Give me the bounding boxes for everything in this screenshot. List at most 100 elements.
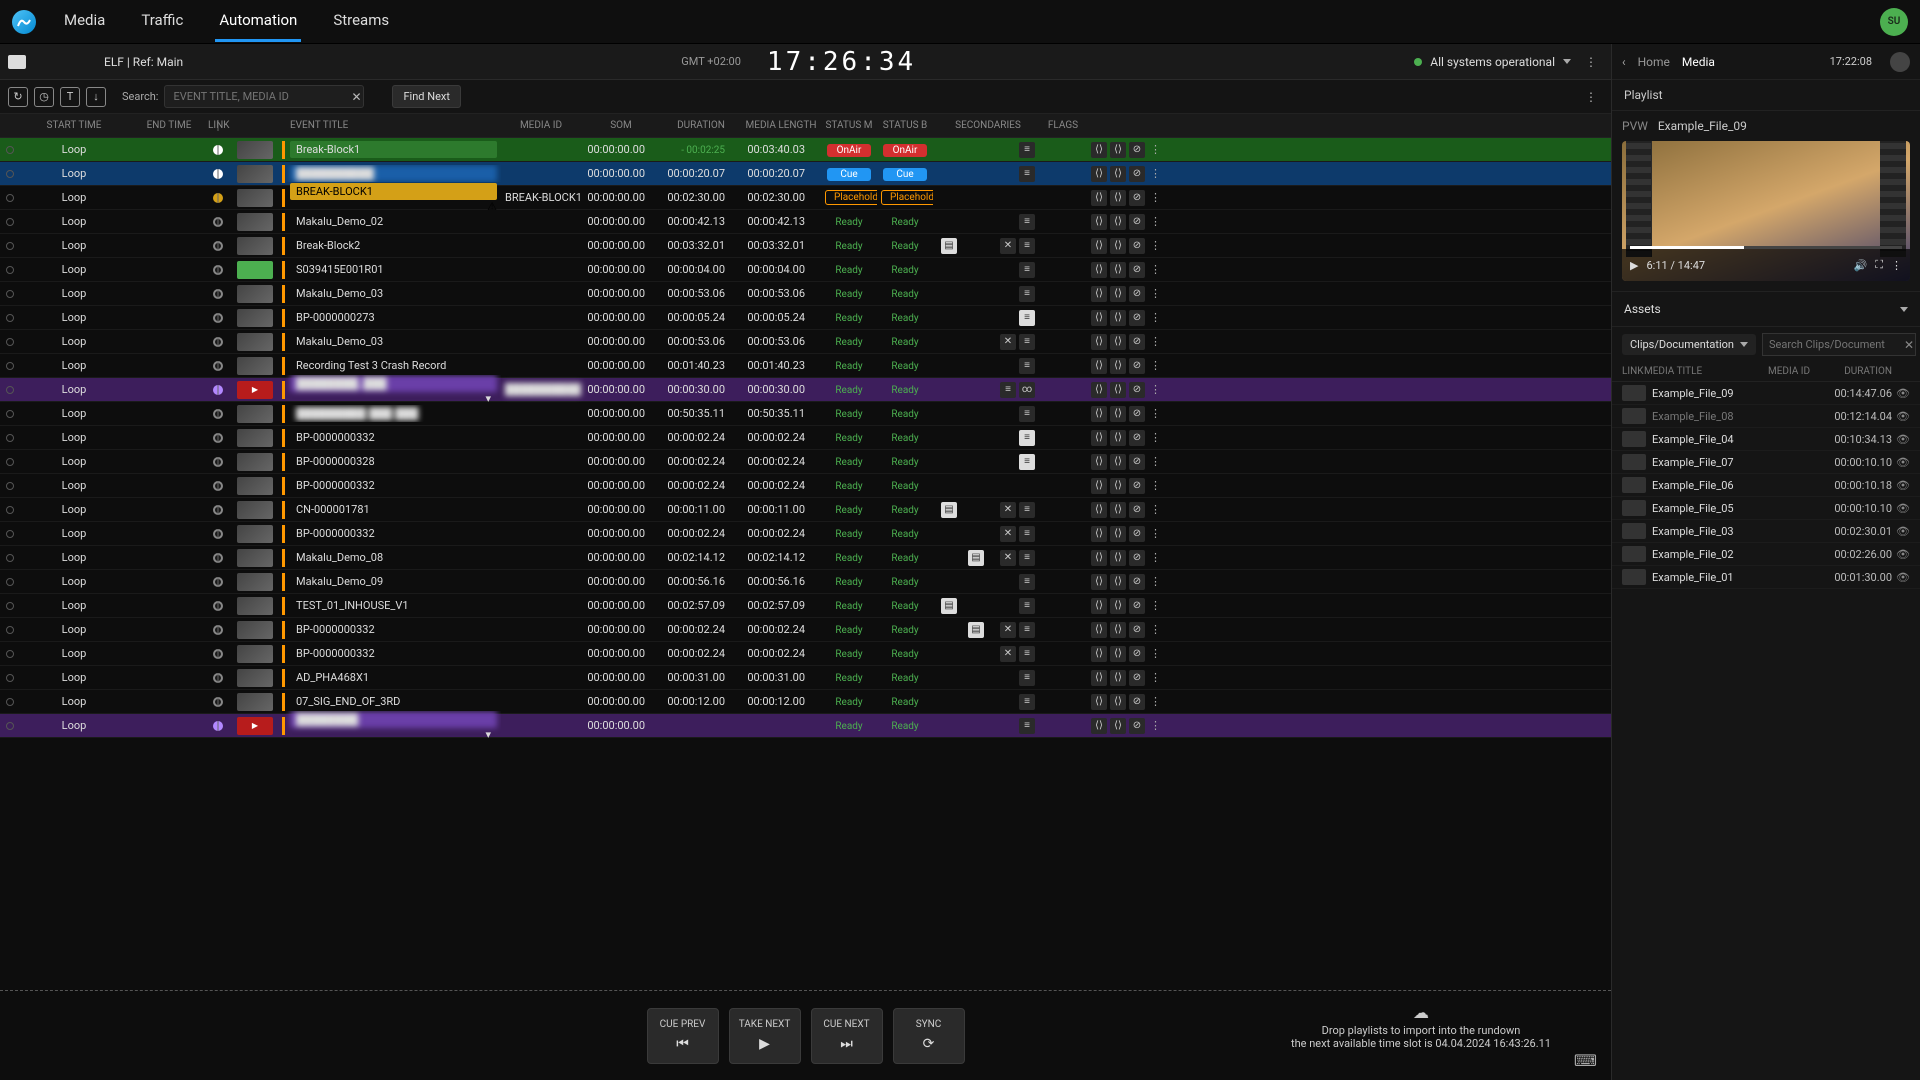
marker-a-icon[interactable]: ⟨⟩ <box>1091 358 1107 374</box>
marker-c-icon[interactable]: ⊘ <box>1129 574 1145 590</box>
rundown-row[interactable]: Loop TEST_01_INHOUSE_V1 00:00:00.00 00:0… <box>0 594 1611 618</box>
link-node-icon[interactable] <box>213 529 223 539</box>
note-icon[interactable]: ≡ <box>1019 574 1035 590</box>
marker-a-icon[interactable]: ⟨⟩ <box>1091 526 1107 542</box>
note-icon[interactable]: ≡ <box>1019 550 1035 566</box>
link-node-icon[interactable] <box>213 169 223 179</box>
marker-a-icon[interactable]: ⟨⟩ <box>1091 454 1107 470</box>
note-icon[interactable]: ≡ <box>1019 166 1035 182</box>
nav-traffic[interactable]: Traffic <box>137 1 187 42</box>
asset-row[interactable]: Example_File_02 00:02:26.00 👁 <box>1612 543 1920 566</box>
thumbnail[interactable] <box>237 525 273 543</box>
marker-a-icon[interactable]: ⟨⟩ <box>1091 622 1107 638</box>
link-node-icon[interactable] <box>213 145 223 155</box>
row-more-button[interactable]: ⋮ <box>1148 143 1163 156</box>
flag-icon[interactable]: ▤ <box>941 502 957 518</box>
marker-b-icon[interactable]: ⟨⟩ <box>1110 478 1126 494</box>
toolbar-more-button[interactable]: ⋮ <box>1579 85 1603 109</box>
x-icon[interactable]: ✕ <box>1000 334 1016 350</box>
thumbnail[interactable] <box>237 453 273 471</box>
asset-row[interactable]: Example_File_01 00:01:30.00 👁 <box>1612 566 1920 589</box>
x-icon[interactable]: ✕ <box>1000 646 1016 662</box>
light-icon[interactable]: ≡ <box>1019 454 1035 470</box>
marker-a-icon[interactable]: ⟨⟩ <box>1091 190 1107 206</box>
row-more-button[interactable]: ⋮ <box>1148 719 1163 732</box>
rundown-row[interactable]: Loop Break-Block2 00:00:00.00 00:03:32.0… <box>0 234 1611 258</box>
rundown-row[interactable]: Loop ▶ ████████_███▾ ██████████ 00:00:00… <box>0 378 1611 402</box>
marker-b-icon[interactable]: ⟨⟩ <box>1110 142 1126 158</box>
row-more-button[interactable]: ⋮ <box>1148 215 1163 228</box>
asset-search-input[interactable] <box>1762 333 1916 356</box>
row-more-button[interactable]: ⋮ <box>1148 191 1163 204</box>
marker-a-icon[interactable]: ⟨⟩ <box>1091 550 1107 566</box>
link-node-icon[interactable] <box>213 697 223 707</box>
marker-c-icon[interactable]: ⊘ <box>1129 526 1145 542</box>
link-node-icon[interactable] <box>213 577 223 587</box>
col-start[interactable]: START TIME <box>14 120 134 131</box>
row-more-button[interactable]: ⋮ <box>1148 623 1163 636</box>
thumbnail[interactable] <box>237 573 273 591</box>
eye-icon[interactable]: 👁 <box>1892 479 1910 492</box>
marker-a-icon[interactable]: ⟨⟩ <box>1091 334 1107 350</box>
asset-row[interactable]: Example_File_08 00:12:14.04 👁 <box>1612 405 1920 428</box>
marker-c-icon[interactable]: ⊘ <box>1129 286 1145 302</box>
find-next-button[interactable]: Find Next <box>392 85 461 108</box>
row-more-button[interactable]: ⋮ <box>1148 287 1163 300</box>
marker-c-icon[interactable]: ⊘ <box>1129 142 1145 158</box>
eye-icon[interactable]: 👁 <box>1892 571 1910 584</box>
thumbnail[interactable] <box>237 309 273 327</box>
link-node-icon[interactable] <box>213 553 223 563</box>
x-icon[interactable]: ✕ <box>1000 622 1016 638</box>
thumbnail[interactable] <box>237 477 273 495</box>
eye-icon[interactable]: 👁 <box>1892 548 1910 561</box>
user-icon[interactable] <box>1890 52 1910 72</box>
x-icon[interactable]: ✕ <box>1000 526 1016 542</box>
x-icon[interactable]: ✕ <box>1000 502 1016 518</box>
row-more-button[interactable]: ⋮ <box>1148 599 1163 612</box>
rundown-row[interactable]: Loop Makalu_Demo_09 00:00:00.00 00:00:56… <box>0 570 1611 594</box>
cue-next-button[interactable]: CUE NEXT⏭ <box>811 1008 883 1064</box>
marker-b-icon[interactable]: ⟨⟩ <box>1110 262 1126 278</box>
marker-a-icon[interactable]: ⟨⟩ <box>1091 262 1107 278</box>
marker-b-icon[interactable]: ⟨⟩ <box>1110 646 1126 662</box>
link-node-icon[interactable] <box>213 289 223 299</box>
col-flags[interactable]: FLAGS <box>1043 120 1083 131</box>
thumbnail[interactable] <box>237 189 273 207</box>
x-icon[interactable]: ✕ <box>1000 550 1016 566</box>
marker-b-icon[interactable]: ⟨⟩ <box>1110 334 1126 350</box>
flag-icon[interactable]: ▤ <box>941 238 957 254</box>
thumbnail[interactable] <box>237 669 273 687</box>
rundown-row[interactable]: Loop Makalu_Demo_08 00:00:00.00 00:02:14… <box>0 546 1611 570</box>
marker-b-icon[interactable]: ⟨⟩ <box>1110 670 1126 686</box>
eye-icon[interactable]: 👁 <box>1892 456 1910 469</box>
thumbnail[interactable] <box>237 693 273 711</box>
marker-c-icon[interactable]: ⊘ <box>1129 550 1145 566</box>
link-node-icon[interactable] <box>213 481 223 491</box>
row-more-button[interactable]: ⋮ <box>1148 383 1163 396</box>
marker-c-icon[interactable]: ⊘ <box>1129 214 1145 230</box>
note-icon[interactable]: ≡ <box>1019 694 1035 710</box>
sync-button[interactable]: SYNC⟳ <box>893 1008 965 1064</box>
row-more-button[interactable]: ⋮ <box>1148 671 1163 684</box>
rundown-row[interactable]: Loop Break-Block1 00:00:00.00 - 00:02:25… <box>0 138 1611 162</box>
link-node-icon[interactable] <box>213 409 223 419</box>
thumbnail[interactable] <box>237 333 273 351</box>
row-more-button[interactable]: ⋮ <box>1148 479 1163 492</box>
marker-c-icon[interactable]: ⊘ <box>1129 622 1145 638</box>
row-more-button[interactable]: ⋮ <box>1148 335 1163 348</box>
thumbnail[interactable] <box>237 501 273 519</box>
row-more-button[interactable]: ⋮ <box>1148 551 1163 564</box>
rundown-row[interactable]: Loop █████████ ███ ███ 00:00:00.00 00:50… <box>0 402 1611 426</box>
rundown-row[interactable]: Loop BP-0000000332 00:00:00.00 00:00:02.… <box>0 474 1611 498</box>
nav-automation[interactable]: Automation <box>215 1 301 42</box>
row-more-button[interactable]: ⋮ <box>1148 359 1163 372</box>
thumbnail[interactable] <box>237 405 273 423</box>
marker-c-icon[interactable]: ⊘ <box>1129 454 1145 470</box>
marker-c-icon[interactable]: ⊘ <box>1129 166 1145 182</box>
marker-b-icon[interactable]: ⟨⟩ <box>1110 358 1126 374</box>
marker-c-icon[interactable]: ⊘ <box>1129 430 1145 446</box>
asset-row[interactable]: Example_File_07 00:00:10.10 👁 <box>1612 451 1920 474</box>
rundown-grid[interactable]: Loop Break-Block1 00:00:00.00 - 00:02:25… <box>0 138 1611 990</box>
rundown-row[interactable]: Loop BP-0000000273 00:00:00.00 00:00:05.… <box>0 306 1611 330</box>
link-node-icon[interactable] <box>213 673 223 683</box>
